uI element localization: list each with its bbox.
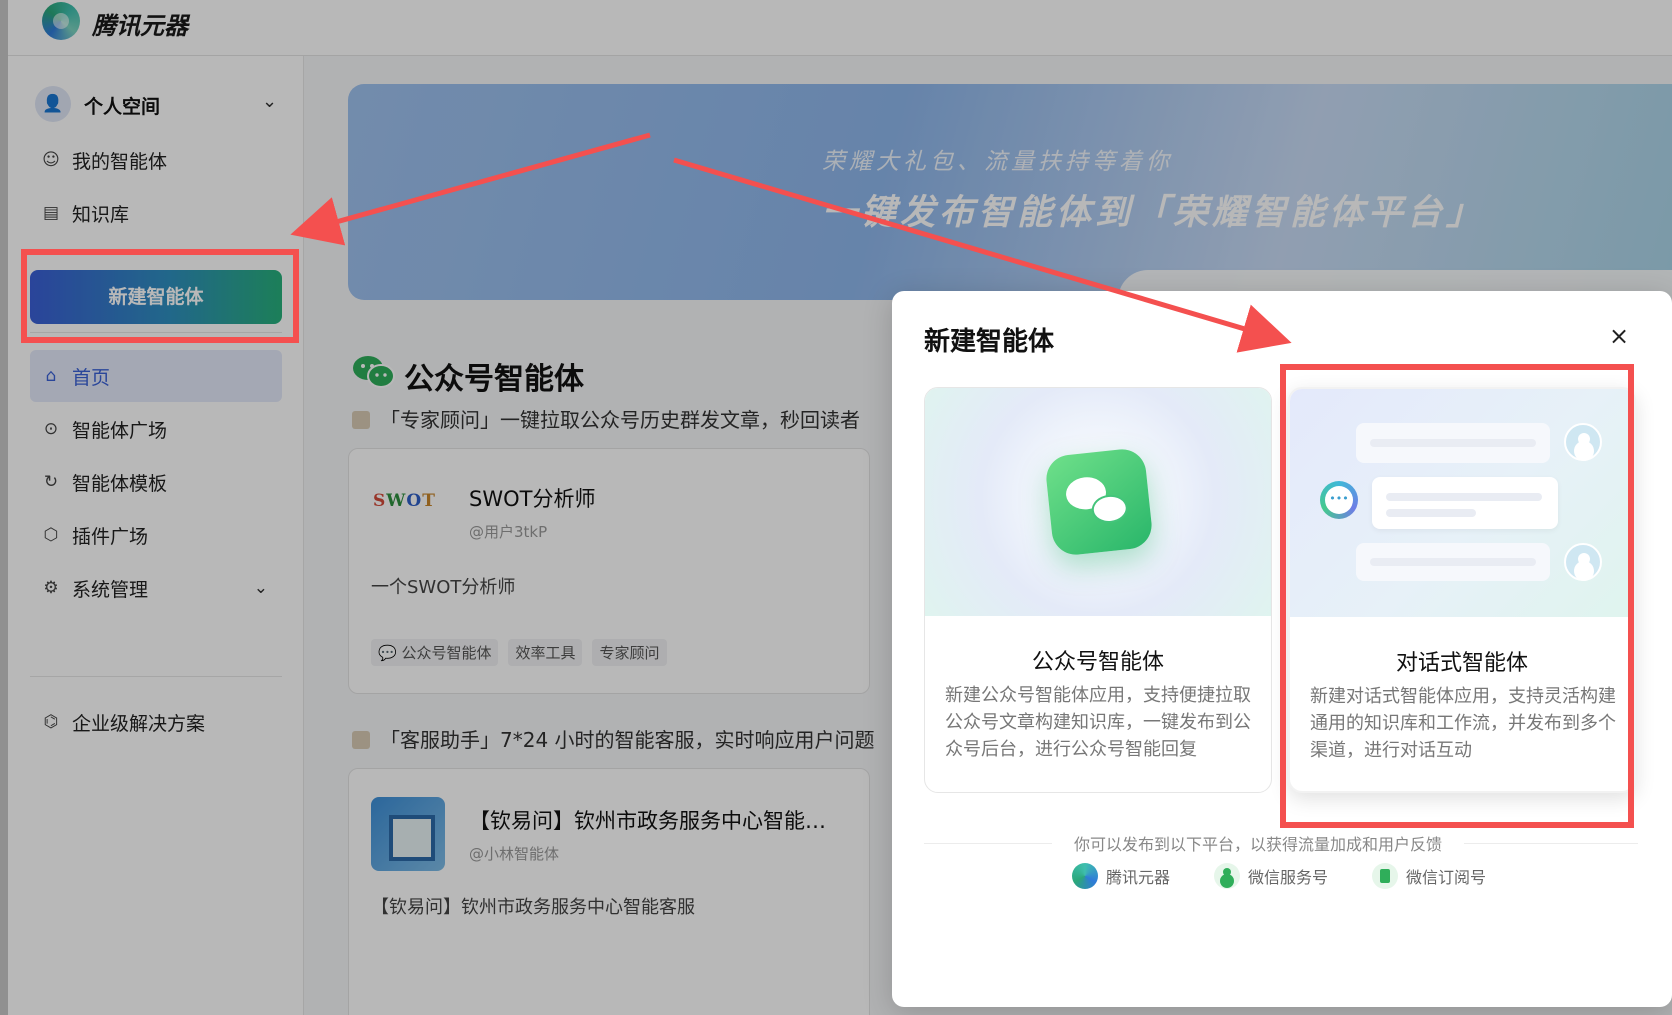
chat-line (1386, 493, 1542, 501)
wechat-icon (1044, 447, 1154, 557)
new-agent-dialog: 新建智能体 × 公众号智能体 新建公众号智能体应用，支持便捷拉取公众号文章构建知… (892, 291, 1672, 1007)
chatbot-icon (1320, 481, 1358, 519)
option-illustration (1290, 389, 1634, 617)
user-icon (1564, 543, 1602, 581)
option-desc: 新建公众号智能体应用，支持便捷拉取公众号文章构建知识库，一键发布到公众号后台，进… (945, 685, 1251, 760)
wechat-subscription-icon (1372, 863, 1399, 889)
chat-line (1386, 509, 1476, 517)
platform-wechat-service: 微信服务号 (1214, 863, 1328, 889)
option-title: 公众号智能体 (1031, 650, 1164, 675)
platform-list: 腾讯元器 微信服务号 微信订阅号 (1072, 863, 1486, 889)
publish-hint: 你可以发布到以下平台，以获得流量加成和用户反馈 (1052, 831, 1465, 855)
close-icon[interactable]: × (1602, 319, 1636, 353)
chat-bubble (1372, 477, 1558, 529)
option-title: 对话式智能体 (1395, 651, 1528, 676)
chat-line (1370, 558, 1536, 566)
option-illustration (925, 388, 1271, 616)
platform-label: 腾讯元器 (1106, 868, 1171, 887)
platform-yuanqi: 腾讯元器 (1072, 863, 1170, 889)
wechat-service-icon (1214, 863, 1241, 889)
user-icon (1564, 423, 1602, 461)
dialog-title: 新建智能体 (924, 327, 1055, 357)
chat-line (1370, 439, 1536, 447)
yuanqi-logo-icon (1072, 863, 1098, 889)
platform-label: 微信服务号 (1248, 868, 1329, 887)
platform-label: 微信订阅号 (1406, 868, 1487, 887)
option-chat-agent[interactable]: 对话式智能体 新建对话式智能体应用，支持灵活构建通用的知识库和工作流，并发布到多… (1288, 387, 1636, 793)
platform-wechat-subscription: 微信订阅号 (1372, 863, 1486, 889)
option-desc: 新建对话式智能体应用，支持灵活构建通用的知识库和工作流，并发布到多个渠道，进行对… (1310, 686, 1616, 761)
option-wechat-agent[interactable]: 公众号智能体 新建公众号智能体应用，支持便捷拉取公众号文章构建知识库，一键发布到… (924, 387, 1272, 793)
